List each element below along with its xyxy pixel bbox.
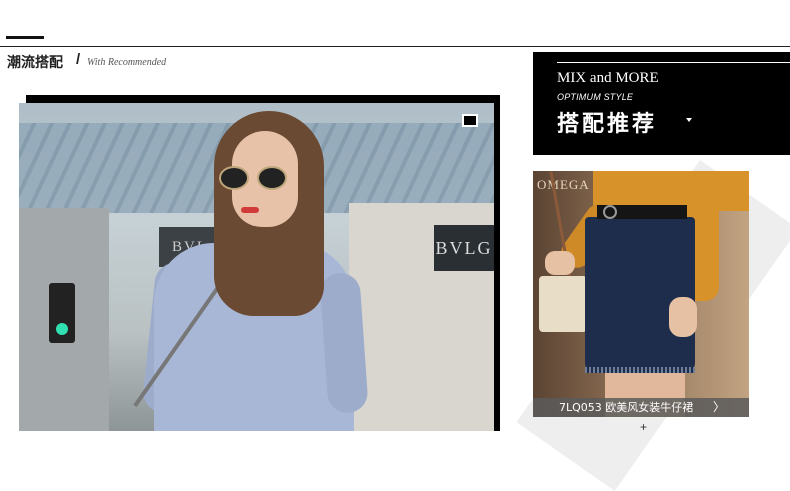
top-divider [0,46,790,47]
sunglasses [219,166,291,190]
main-outfit-photo[interactable]: BVL BVLG [19,103,494,431]
model-lips [241,207,259,213]
banner-rule [557,62,790,63]
belt-buckle [603,205,617,219]
chevron-right-icon: 〉 [713,400,726,414]
section-title: 潮流搭配 [7,55,63,71]
store-sign: OMEGA [537,177,590,192]
product-caption-link[interactable]: 7LQ053 欧美风女装牛仔裙 〉 [533,398,749,417]
sunglasses-lens-right [257,166,287,190]
product-caption-text: 7LQ053 欧美风女装牛仔裙 [559,401,694,414]
hand-right [669,297,697,337]
sunglasses-lens-left [219,166,249,190]
section-accent-bar [6,36,44,39]
corner-square-icon [462,114,478,127]
caret-down-icon [686,118,692,122]
hand-left [545,251,575,275]
banner-subtitle: OPTIMUM STYLE [557,92,634,102]
traffic-light [49,283,75,343]
mix-and-more-banner: MIX and MORE OPTIMUM STYLE 搭配推荐 [533,52,790,155]
shop-sign-right: BVLG [434,225,494,271]
banner-heading: 搭配推荐 [557,112,658,137]
denim-skirt [585,217,695,373]
product-card-image[interactable]: OMEGA [533,171,749,417]
plus-icon: + [640,420,648,434]
section-subtitle: With Recommended [87,57,167,68]
banner-title: MIX and MORE [557,70,659,86]
section-separator: / [76,51,81,68]
handbag [539,276,587,332]
